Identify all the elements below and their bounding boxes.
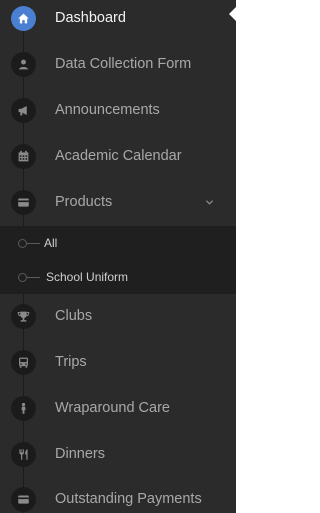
submenu-connector bbox=[27, 242, 40, 244]
sidebar-item-products[interactable]: Products bbox=[0, 180, 236, 224]
sidebar-item-wraparound-care[interactable]: Wraparound Care bbox=[0, 386, 236, 430]
submenu-bullet-icon bbox=[18, 272, 27, 282]
credit-card-icon bbox=[11, 189, 36, 215]
sidebar-item-dashboard[interactable]: Dashboard bbox=[0, 0, 236, 40]
sidebar-item-trips[interactable]: Trips bbox=[0, 340, 236, 384]
sidebar-item-label: Clubs bbox=[55, 308, 93, 324]
sidebar-item-academic-calendar[interactable]: Academic Calendar bbox=[0, 134, 236, 178]
sidebar-item-label: Dinners bbox=[55, 446, 105, 462]
sidebar-item-label: Dashboard bbox=[55, 10, 126, 26]
active-indicator-caret bbox=[229, 7, 236, 21]
sidebar-item-outstanding-payments[interactable]: Outstanding Payments bbox=[0, 477, 236, 513]
sidebar-item-label: Wraparound Care bbox=[55, 400, 170, 416]
submenu-connector bbox=[27, 276, 40, 278]
credit-card-icon bbox=[11, 486, 36, 512]
sidebar-nav: Dashboard Data Collection Form Announcem… bbox=[0, 0, 236, 513]
sidebar-item-label: Trips bbox=[55, 354, 87, 370]
sidebar-item-label: Products bbox=[55, 194, 113, 210]
submenu-item-label: All bbox=[44, 236, 58, 250]
sidebar-item-data-collection-form[interactable]: Data Collection Form bbox=[0, 42, 236, 86]
sidebar-item-label: Data Collection Form bbox=[55, 56, 192, 72]
user-icon bbox=[11, 51, 36, 77]
bus-icon bbox=[11, 349, 36, 375]
sidebar-item-label: Announcements bbox=[55, 102, 160, 118]
submenu-item-label: School Uniform bbox=[46, 270, 129, 284]
sidebar-item-announcements[interactable]: Announcements bbox=[0, 88, 236, 132]
submenu-bullet-icon bbox=[18, 238, 27, 248]
products-submenu: All School Uniform bbox=[0, 226, 236, 294]
child-icon bbox=[11, 395, 36, 421]
sidebar-item-label: Outstanding Payments bbox=[55, 491, 202, 507]
submenu-item-all[interactable]: All bbox=[0, 226, 236, 260]
submenu-item-school-uniform[interactable]: School Uniform bbox=[0, 260, 236, 294]
calendar-icon bbox=[11, 143, 36, 169]
sidebar-item-label: Academic Calendar bbox=[55, 148, 182, 164]
cutlery-icon bbox=[11, 441, 36, 467]
sidebar-item-clubs[interactable]: Clubs bbox=[0, 294, 236, 338]
chevron-down-icon[interactable] bbox=[205, 198, 214, 207]
home-icon bbox=[11, 5, 36, 31]
megaphone-icon bbox=[11, 97, 36, 123]
sidebar-item-dinners[interactable]: Dinners bbox=[0, 432, 236, 476]
trophy-icon bbox=[11, 303, 36, 329]
